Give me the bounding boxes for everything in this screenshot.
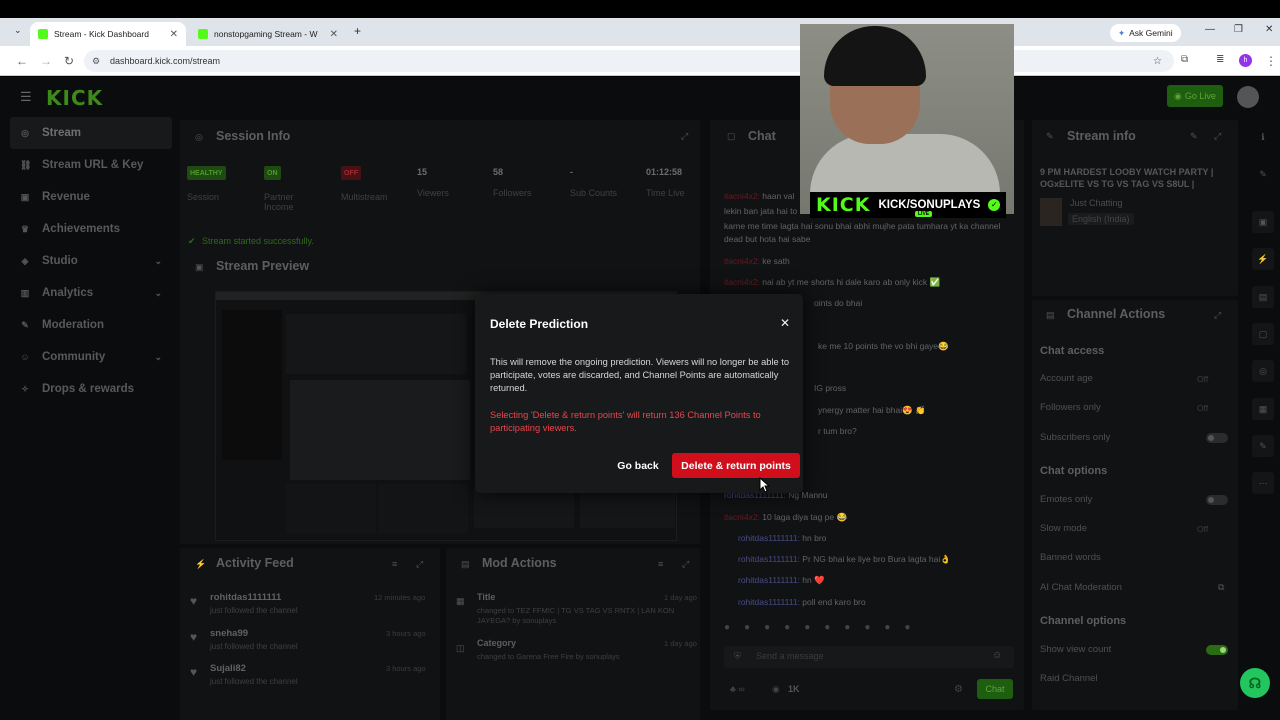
tab-nonstopgaming[interactable]: nonstopgaming Stream - W ✕ [190, 22, 346, 46]
bookmark-star-icon[interactable]: ☆ [1153, 56, 1162, 67]
restore-icon[interactable]: ❐ [1234, 24, 1243, 35]
close-icon[interactable]: ✕ [780, 316, 790, 330]
new-tab-icon[interactable]: + [354, 24, 361, 38]
address-bar-row: ← → ↻ ⚙ dashboard.kick.com/stream ☆ ⧉ ≣ … [0, 46, 1280, 76]
dialog-title: Delete Prediction [490, 317, 589, 331]
kick-favicon-icon [38, 29, 48, 39]
tab-title: nonstopgaming Stream - W [214, 29, 318, 39]
reload-icon[interactable]: ↻ [64, 54, 74, 68]
mouse-cursor-icon [759, 477, 770, 493]
delete-return-points-button[interactable]: Delete & return points [672, 453, 800, 478]
support-chat-icon[interactable]: ☊ [1240, 668, 1270, 698]
tab-title: Stream - Kick Dashboard [54, 29, 149, 39]
gemini-label: Ask Gemini [1129, 28, 1173, 38]
back-icon[interactable]: ← [16, 54, 28, 68]
dialog-description: This will remove the ongoing prediction.… [490, 357, 790, 393]
go-back-button[interactable]: Go back [609, 455, 667, 477]
forward-icon[interactable]: → [40, 54, 52, 68]
ask-gemini-button[interactable]: ✦ Ask Gemini [1110, 24, 1181, 42]
dialog-warning: Selecting 'Delete & return points' will … [490, 410, 761, 433]
close-window-icon[interactable]: ✕ [1265, 24, 1273, 35]
profile-avatar-icon[interactable]: h [1239, 54, 1252, 67]
close-tab-icon[interactable]: ✕ [330, 29, 338, 40]
tab-menu-icon[interactable]: ⌄ [14, 25, 22, 36]
minimize-icon[interactable]: — [1205, 24, 1215, 35]
close-tab-icon[interactable]: ✕ [170, 29, 178, 40]
url-text: dashboard.kick.com/stream [110, 56, 221, 66]
tab-kick-dashboard[interactable]: Stream - Kick Dashboard ✕ [30, 22, 186, 46]
browser-menu-icon[interactable]: ⋮ [1265, 54, 1277, 68]
browser-tabbar: ⌄ Stream - Kick Dashboard ✕ nonstopgamin… [0, 18, 1280, 46]
extensions-icon[interactable]: ⧉ [1181, 54, 1188, 65]
kick-favicon-icon [198, 29, 208, 39]
media-icon[interactable]: ≣ [1216, 54, 1224, 65]
site-info-icon[interactable]: ⚙ [92, 56, 100, 67]
